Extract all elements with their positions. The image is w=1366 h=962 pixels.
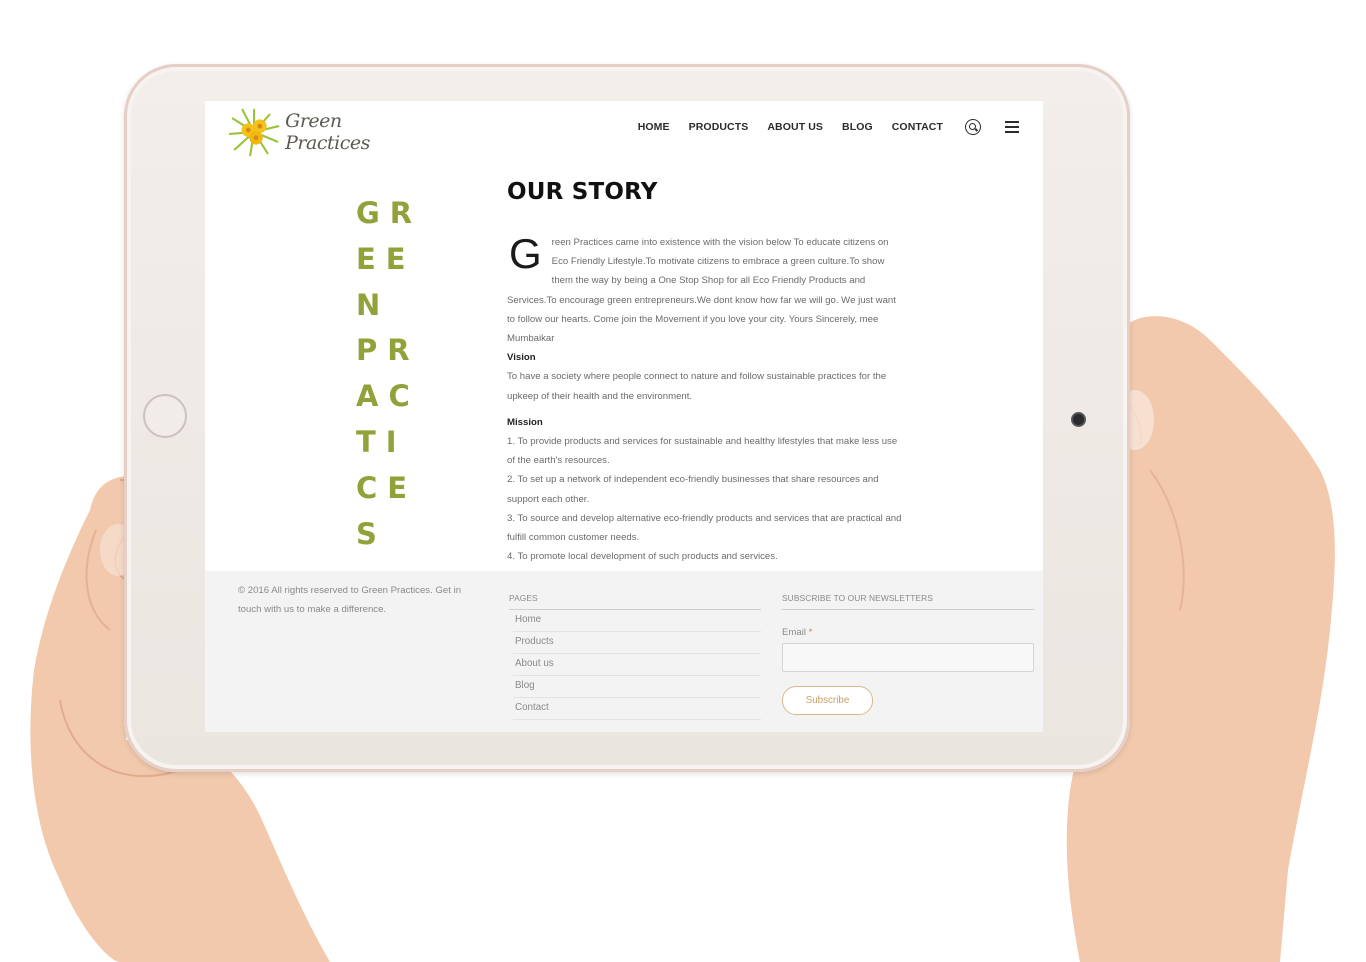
copyright-text: © 2016 All rights reserved to Green Prac…: [238, 585, 462, 615]
footer-link-home[interactable]: Home: [513, 610, 761, 632]
flower-logo-icon: [228, 108, 280, 157]
site-footer: © 2016 All rights reserved to Green Prac…: [205, 571, 1043, 732]
vision-label: Vision: [507, 352, 536, 364]
nav-contact[interactable]: CONTACT: [892, 121, 943, 133]
wordmark-line: CE: [356, 470, 418, 505]
wordmark-line: GR: [356, 196, 423, 230]
tablet-camera: [1073, 414, 1084, 425]
email-label: Email *: [782, 627, 1034, 638]
wordmark-line: S: [356, 516, 387, 551]
nav-blog[interactable]: BLOG: [842, 121, 873, 133]
nav-products[interactable]: PRODUCTS: [689, 121, 749, 133]
required-marker: *: [808, 627, 813, 638]
page-title: OUR STORY: [507, 179, 658, 205]
mission-item: 2. To set up a network of independent ec…: [507, 474, 879, 505]
footer-link-blog[interactable]: Blog: [513, 676, 761, 698]
newsletter-section: SUBSCRIBE TO OUR NEWSLETTERS Email * Sub…: [782, 593, 1034, 715]
nav-home[interactable]: HOME: [638, 121, 670, 133]
mission-label: Mission: [507, 416, 543, 428]
vision-text: To have a society where people connect t…: [507, 371, 887, 402]
vertical-wordmark: GR EE N PR AC TI CE S: [356, 191, 436, 557]
mission-item: 4. To promote local development of such …: [507, 551, 778, 563]
footer-link-about-us[interactable]: About us: [513, 654, 761, 676]
site-logo[interactable]: Green Practices: [227, 106, 427, 158]
wordmark-line: AC: [356, 379, 420, 414]
mission-item: 1. To provide products and services for …: [507, 436, 898, 467]
footer-link-contact[interactable]: Contact: [513, 698, 761, 720]
story-intro-text: reen Practices came into existence with …: [507, 237, 896, 345]
email-field[interactable]: [782, 643, 1034, 672]
mission-list: 1. To provide products and services for …: [507, 432, 905, 566]
logo-text: Green Practices: [285, 110, 370, 154]
hamburger-menu-icon[interactable]: [1005, 120, 1019, 134]
our-story-section: OUR STORY Green Practices came into exis…: [507, 179, 905, 566]
footer-link-products[interactable]: Products: [513, 632, 761, 654]
email-label-text: Email: [782, 627, 806, 638]
tablet-screen: Green Practices HOME PRODUCTS ABOUT US B…: [205, 101, 1043, 732]
newsletter-heading: SUBSCRIBE TO OUR NEWSLETTERS: [782, 593, 1034, 610]
pages-heading: PAGES: [509, 593, 761, 610]
site-header: Green Practices HOME PRODUCTS ABOUT US B…: [205, 101, 1043, 163]
wordmark-line: TI: [356, 424, 407, 459]
search-icon[interactable]: [965, 119, 981, 135]
main-nav: HOME PRODUCTS ABOUT US BLOG CONTACT: [619, 119, 1019, 135]
mission-item: 3. To source and develop alternative eco…: [507, 512, 902, 544]
tablet-home-button: [143, 394, 187, 438]
wordmark-line: EE: [356, 241, 416, 276]
wordmark-line: N: [356, 287, 391, 322]
dropcap: G: [509, 230, 542, 277]
wordmark-line: PR: [356, 333, 420, 368]
subscribe-button[interactable]: Subscribe: [782, 686, 873, 715]
footer-pages: PAGES Home Products About us Blog Contac…: [509, 593, 761, 720]
nav-about-us[interactable]: ABOUT US: [767, 121, 823, 133]
story-intro: Green Practices came into existence with…: [507, 233, 905, 348]
